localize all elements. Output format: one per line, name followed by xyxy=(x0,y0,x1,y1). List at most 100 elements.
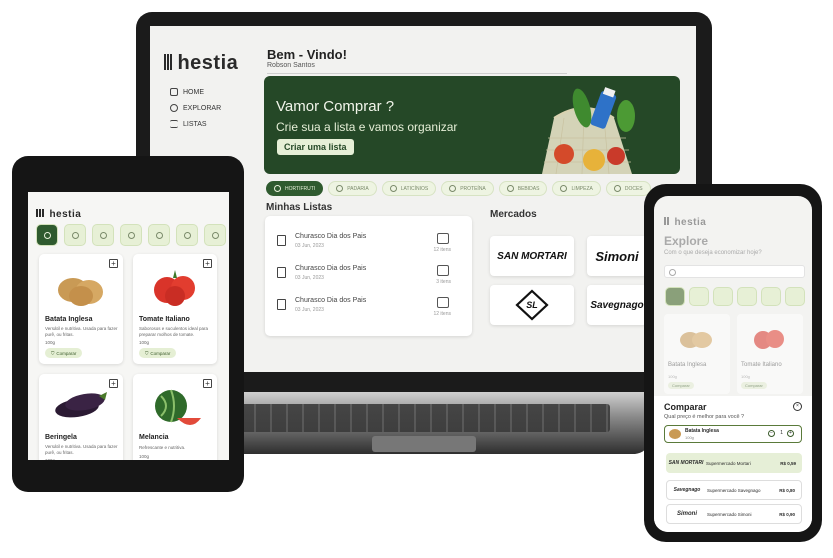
market-name: Supermercado Savegnago xyxy=(707,487,761,493)
app-logo[interactable]: hestia xyxy=(664,212,706,230)
nav-item-explorar[interactable]: EXPLORAR xyxy=(170,102,240,114)
market-logo: SAN MORTARI xyxy=(497,250,567,262)
explore-subtitle: Com o que deseja economizar hoje? xyxy=(664,250,762,256)
market-price: R$ 0,80 xyxy=(779,487,795,493)
compare-label: Comparar xyxy=(150,350,171,356)
app-logo[interactable]: hestia xyxy=(36,204,81,222)
product-card[interactable]: + Tomate Italiano Saborosos e suculentos… xyxy=(133,254,217,364)
market-card-sl[interactable]: SL xyxy=(490,285,574,325)
category-proteina[interactable] xyxy=(737,287,757,306)
category-limpeza[interactable]: LIMPEZA xyxy=(552,181,601,196)
laptop-keyboard xyxy=(240,404,610,432)
product-weight: 100g xyxy=(45,458,55,460)
search-icon xyxy=(170,104,178,112)
category-bebidas[interactable]: BEBIDAS xyxy=(498,181,548,196)
nav-item-home[interactable]: HOME xyxy=(170,86,240,98)
category-laticinios[interactable] xyxy=(713,287,733,306)
increase-button[interactable]: + xyxy=(787,430,794,437)
watermelon-image xyxy=(155,389,201,425)
category-limpeza[interactable] xyxy=(785,287,805,306)
category-proteina[interactable]: PROTEÍNA xyxy=(441,181,494,196)
category-padaria[interactable] xyxy=(689,287,709,306)
create-list-button[interactable]: Criar uma lista xyxy=(277,139,354,155)
markets-title: Mercados xyxy=(490,209,537,220)
category-label: HORTIFRUTI xyxy=(285,185,316,192)
add-icon[interactable]: + xyxy=(203,259,212,268)
category-hortifruti[interactable]: HORTIFRUTI xyxy=(266,181,324,196)
list-item[interactable]: Churasco Dia dos Pais 03 Jun, 2023 12 it… xyxy=(277,297,459,323)
category-laticinios[interactable] xyxy=(92,224,114,246)
category-label: PADARIA xyxy=(347,185,369,192)
product-name: Beringela xyxy=(45,434,77,441)
category-limpeza[interactable] xyxy=(176,224,198,246)
list-count: 3 itens xyxy=(436,279,451,285)
compare-button[interactable]: ⛉ Comparar xyxy=(139,348,177,358)
market-price-row[interactable]: Simoni Supermercado Simoni R$ 0,90 xyxy=(666,504,802,524)
bottle-icon xyxy=(155,231,163,239)
market-price-row[interactable]: Savegnago Supermercado Savegnago R$ 0,80 xyxy=(666,480,802,500)
list-item[interactable]: Churasco Dia dos Pais 03 Jun, 2023 12 it… xyxy=(277,233,459,259)
category-proteina[interactable] xyxy=(120,224,142,246)
cart-icon[interactable] xyxy=(437,265,449,276)
logo-text: hestia xyxy=(674,217,707,229)
vegetable-icon xyxy=(274,185,281,192)
list-date: 03 Jun, 2023 xyxy=(295,307,324,313)
product-name: Batata Inglesa xyxy=(668,362,707,368)
sidebar-nav: HOME EXPLORAR LISTAS xyxy=(170,86,240,130)
product-card[interactable]: Batata Inglesa 100g Comparar xyxy=(664,314,730,394)
close-icon[interactable]: × xyxy=(793,402,802,411)
category-hortifruti[interactable] xyxy=(36,224,58,246)
product-weight: 100g xyxy=(741,374,750,379)
market-logo: SL xyxy=(526,300,538,310)
product-weight: 100g xyxy=(668,374,677,379)
cart-icon[interactable] xyxy=(437,233,449,244)
product-card[interactable]: Tomate Italiano 100g Comparar xyxy=(737,314,803,394)
market-card-mortari[interactable]: SAN MORTARI xyxy=(490,236,574,276)
candy-icon xyxy=(613,185,621,192)
tomato-image xyxy=(154,270,195,306)
category-bebidas[interactable] xyxy=(148,224,170,246)
lists-title: Minhas Listas xyxy=(266,202,333,213)
list-item[interactable]: Churasco Dia dos Pais 03 Jun, 2023 3 ite… xyxy=(277,265,459,291)
category-bebidas[interactable] xyxy=(761,287,781,306)
tablet-screen: hestia + Batata Inglesa Versátil e nutri… xyxy=(28,192,229,460)
logo-text: hestia xyxy=(49,209,82,221)
category-laticinios[interactable]: LATICÍNIOS xyxy=(381,181,437,196)
nav-item-listas[interactable]: LISTAS xyxy=(170,118,240,130)
item-name: Batata Inglesa xyxy=(685,428,719,434)
category-doces[interactable] xyxy=(204,224,226,246)
list-count: 12 itens xyxy=(433,311,451,317)
compare-question: Qual preço é melhor para você ? xyxy=(664,414,745,420)
product-description: Versátil e nutritiva. Usada para fazer p… xyxy=(45,326,118,337)
category-padaria[interactable]: PADARIA xyxy=(328,181,377,196)
product-card[interactable]: + Melancia Refrescante e nutritiva. 100g xyxy=(133,374,217,460)
product-card[interactable]: + Batata Inglesa Versátil e nutritiva. U… xyxy=(39,254,123,364)
app-logo[interactable]: hestia xyxy=(164,52,238,75)
list-icon xyxy=(170,120,178,128)
add-icon[interactable]: + xyxy=(109,259,118,268)
decrease-button[interactable]: − xyxy=(768,430,775,437)
search-input[interactable] xyxy=(664,265,805,278)
category-doces[interactable]: DOCES xyxy=(605,181,651,196)
compare-button[interactable]: Comparar xyxy=(668,382,694,389)
product-name: Tomate Italiano xyxy=(139,316,190,323)
category-label: LATICÍNIOS xyxy=(400,185,429,192)
compare-button[interactable]: Comparar xyxy=(741,382,767,389)
compare-title: Comparar xyxy=(664,402,707,412)
product-weight: 100g xyxy=(139,454,150,459)
product-card[interactable]: + Beringela Versátil e nutritiva. Usada … xyxy=(39,374,123,460)
product-description: Versátil e nutritiva. Usada para fazer p… xyxy=(45,444,118,455)
list-count: 12 itens xyxy=(433,247,451,253)
add-icon[interactable]: + xyxy=(203,379,212,388)
item-weight: 100g xyxy=(685,435,694,440)
cart-icon[interactable] xyxy=(437,297,449,308)
compare-button[interactable]: ⛉ Comparar xyxy=(45,348,83,358)
market-card-simoni[interactable]: Simoni xyxy=(587,236,647,276)
market-card-savegnago[interactable]: Savegnago xyxy=(587,285,647,325)
meat-icon xyxy=(449,185,457,192)
market-price-row[interactable]: SAN MORTARI Supermercado Mortari R$ 0,59 xyxy=(666,453,802,473)
search-icon xyxy=(669,269,676,276)
product-description: Saborosos e suculentos ideal para prepar… xyxy=(139,326,209,337)
category-hortifruti[interactable] xyxy=(665,287,685,306)
category-padaria[interactable] xyxy=(64,224,86,246)
